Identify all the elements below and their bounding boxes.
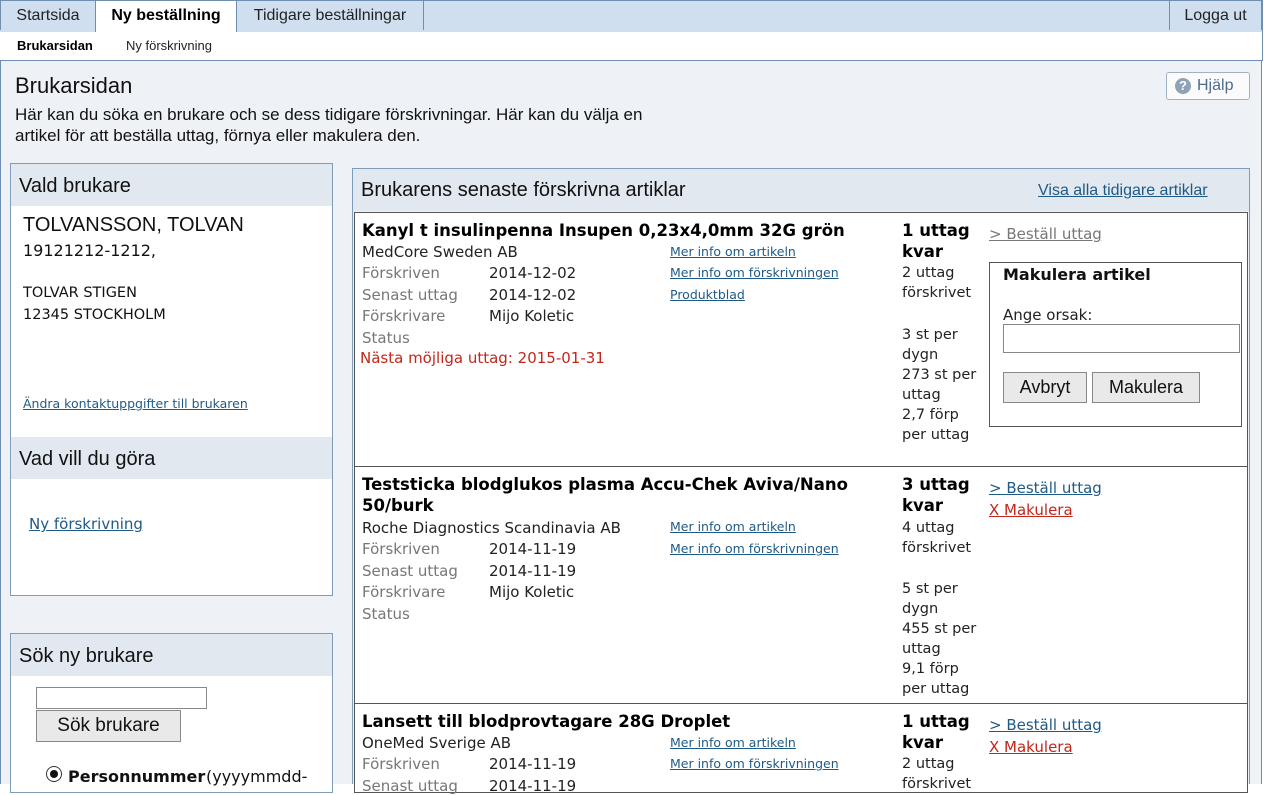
article-title: Lansett till blodprovtagare 28G Droplet bbox=[362, 712, 731, 731]
cancel-article-link[interactable]: X Makulera bbox=[989, 501, 1073, 519]
search-user-heading: Sök ny brukare bbox=[11, 634, 332, 676]
cancel-reason-input[interactable] bbox=[1003, 324, 1240, 353]
article-row: Teststicka blodglukos plasma Accu-Chek A… bbox=[354, 466, 1248, 704]
top-navigation: Startsida Ny beställning Tidigare bestäl… bbox=[0, 0, 1263, 33]
amount-per-withdrawal: 273 st per uttag bbox=[902, 367, 977, 403]
cancel-article-box: Makulera artikel Ange orsak: Avbryt Maku… bbox=[989, 262, 1242, 427]
search-user-input[interactable] bbox=[36, 687, 207, 709]
prescriber-name: Mijo Koletic bbox=[489, 307, 575, 325]
withdrawals-prescribed: 2 uttag förskrivet bbox=[902, 265, 972, 301]
personnummer-radio[interactable] bbox=[46, 766, 62, 782]
prescribed-date: 2014-11-19 bbox=[489, 540, 577, 558]
order-withdrawal-link[interactable]: > Beställ uttag bbox=[989, 716, 1102, 734]
article-row: Kanyl t insulinpenna Insupen 0,23x4,0mm … bbox=[354, 212, 1248, 467]
articles-panel: Brukarens senaste förskrivna artiklar Vi… bbox=[352, 168, 1250, 795]
order-withdrawal-link[interactable]: > Beställ uttag bbox=[989, 479, 1102, 497]
tab-startsida[interactable]: Startsida bbox=[0, 1, 96, 30]
packs-per-withdrawal: 2,7 förp per uttag bbox=[902, 407, 970, 443]
packs-per-withdrawal: 9,1 förp per uttag bbox=[902, 661, 970, 697]
search-user-panel: Sök ny brukare Sök brukare Personnummer … bbox=[10, 633, 333, 793]
product-sheet-link[interactable]: Produktblad bbox=[670, 287, 745, 302]
tab-ny-bestallning[interactable]: Ny beställning bbox=[95, 1, 237, 33]
withdrawals-remaining: 1 uttag kvar bbox=[902, 221, 970, 261]
articles-heading: Brukarens senaste förskrivna artiklar bbox=[361, 179, 686, 201]
show-all-articles-link[interactable]: Visa alla tidigare artiklar bbox=[1038, 182, 1208, 200]
last-withdrawal-date: 2014-12-02 bbox=[489, 286, 577, 304]
search-user-button[interactable]: Sök brukare bbox=[36, 710, 181, 742]
order-withdrawal-link[interactable]: > Beställ uttag bbox=[989, 225, 1102, 243]
user-personal-number: 19121212-1212, bbox=[23, 241, 157, 260]
new-prescription-link[interactable]: Ny förskrivning bbox=[29, 515, 143, 533]
prescribed-date: 2014-12-02 bbox=[489, 264, 577, 282]
prescription-info-link[interactable]: Mer info om förskrivningen bbox=[670, 756, 839, 771]
last-withdrawal-label: Senast uttag bbox=[362, 286, 458, 304]
sub-navigation: Brukarsidan Ny förskrivning bbox=[0, 32, 1263, 61]
article-title: Kanyl t insulinpenna Insupen 0,23x4,0mm … bbox=[362, 221, 845, 240]
articles-header: Brukarens senaste förskrivna artiklar Vi… bbox=[353, 169, 1249, 211]
prescribed-label: Förskriven bbox=[362, 755, 440, 773]
article-info-link[interactable]: Mer info om artikeln bbox=[670, 519, 796, 534]
last-withdrawal-date: 2014-11-19 bbox=[489, 562, 577, 580]
cancel-reason-label: Ange orsak: bbox=[1003, 306, 1093, 324]
status-label: Status bbox=[362, 605, 410, 623]
user-name: TOLVANSSON, TOLVAN bbox=[23, 214, 244, 236]
confirm-cancel-button[interactable]: Makulera bbox=[1092, 372, 1200, 403]
prescribed-label: Förskriven bbox=[362, 264, 440, 282]
prescribed-date: 2014-11-19 bbox=[489, 755, 577, 773]
last-withdrawal-label: Senast uttag bbox=[362, 777, 458, 795]
tab-tidigare-bestallningar[interactable]: Tidigare beställningar bbox=[236, 1, 424, 30]
page-title: Brukarsidan bbox=[15, 73, 133, 98]
prescribed-label: Förskriven bbox=[362, 540, 440, 558]
actions-heading: Vad vill du göra bbox=[11, 437, 332, 479]
withdrawals-remaining: 1 uttag kvar bbox=[902, 712, 970, 752]
help-label: Hjälp bbox=[1197, 77, 1234, 94]
withdrawals-prescribed: 4 uttag förskrivet bbox=[902, 520, 972, 556]
amount-per-withdrawal: 455 st per uttag bbox=[902, 621, 977, 657]
withdrawals-prescribed: 2 uttag förskrivet bbox=[902, 756, 972, 792]
main-content: Brukarsidan Här kan du söka en brukare o… bbox=[0, 61, 1262, 795]
article-title: Teststicka blodglukos plasma Accu-Chek A… bbox=[362, 475, 848, 515]
article-supplier: OneMed Sverige AB bbox=[362, 734, 512, 752]
user-city: 12345 STOCKHOLM bbox=[23, 307, 166, 323]
subnav-ny-forskrivning[interactable]: Ny förskrivning bbox=[126, 38, 212, 53]
page-intro: Här kan du söka en brukare och se dess t… bbox=[15, 105, 643, 145]
withdrawals-remaining: 3 uttag kvar bbox=[902, 475, 970, 515]
prescriber-label: Förskrivare bbox=[362, 583, 446, 601]
cancel-article-title: Makulera artikel bbox=[1003, 265, 1151, 284]
last-withdrawal-date: 2014-11-19 bbox=[489, 777, 577, 795]
personnummer-hint: (yyyymmdd- bbox=[206, 767, 308, 786]
user-street: TOLVAR STIGEN bbox=[23, 285, 137, 301]
article-supplier: Roche Diagnostics Scandinavia AB bbox=[362, 519, 621, 537]
radio-dot-icon bbox=[50, 770, 58, 778]
edit-contact-link[interactable]: Ändra kontaktuppgifter till brukaren bbox=[23, 396, 248, 411]
abort-button[interactable]: Avbryt bbox=[1003, 372, 1087, 403]
article-info-link[interactable]: Mer info om artikeln bbox=[670, 735, 796, 750]
article-supplier: MedCore Sweden AB bbox=[362, 243, 518, 261]
help-icon: ? bbox=[1175, 78, 1191, 94]
article-row: Lansett till blodprovtagare 28G Droplet … bbox=[354, 703, 1248, 795]
selected-user-heading: Vald brukare bbox=[11, 164, 332, 206]
last-withdrawal-label: Senast uttag bbox=[362, 562, 458, 580]
logout-button[interactable]: Logga ut bbox=[1169, 1, 1262, 30]
prescription-info-link[interactable]: Mer info om förskrivningen bbox=[670, 265, 839, 280]
cancel-article-link[interactable]: X Makulera bbox=[989, 738, 1073, 756]
prescription-info-link[interactable]: Mer info om förskrivningen bbox=[670, 541, 839, 556]
prescriber-label: Förskrivare bbox=[362, 307, 446, 325]
article-info-link[interactable]: Mer info om artikeln bbox=[670, 244, 796, 259]
prescriber-name: Mijo Koletic bbox=[489, 583, 575, 601]
selected-user-panel: Vald brukare TOLVANSSON, TOLVAN 19121212… bbox=[10, 163, 333, 596]
amount-per-day: 5 st per dygn bbox=[902, 581, 958, 617]
status-label: Status bbox=[362, 329, 410, 347]
amount-per-day: 3 st per dygn bbox=[902, 327, 958, 363]
help-button[interactable]: ? Hjälp bbox=[1166, 72, 1250, 100]
next-withdrawal-date: Nästa möjliga uttag: 2015-01-31 bbox=[360, 349, 605, 367]
subnav-brukarsidan[interactable]: Brukarsidan bbox=[17, 38, 93, 53]
personnummer-label: Personnummer bbox=[68, 767, 206, 786]
